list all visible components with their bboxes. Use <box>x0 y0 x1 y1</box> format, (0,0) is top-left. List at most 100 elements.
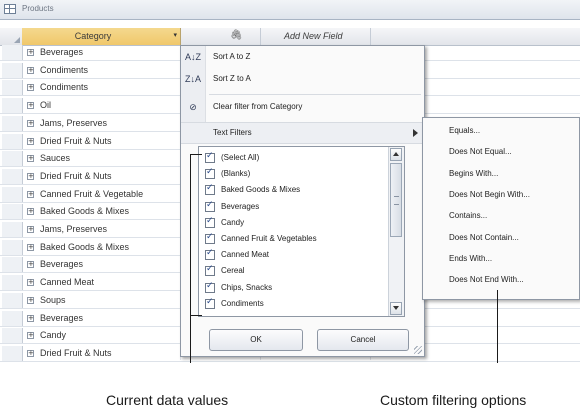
row-selector[interactable] <box>2 62 23 78</box>
category-cell[interactable]: Beverages <box>40 47 83 57</box>
row-selector[interactable] <box>2 80 23 96</box>
expand-plus-icon[interactable]: + <box>27 296 34 304</box>
checkbox[interactable] <box>205 232 215 244</box>
expand-plus-icon[interactable]: + <box>27 208 34 216</box>
resize-grip-icon[interactable] <box>414 346 422 354</box>
row-selector[interactable] <box>2 151 23 167</box>
checklist-item[interactable]: Candy <box>199 216 389 230</box>
expand-plus-icon[interactable]: + <box>27 261 34 269</box>
checklist-item[interactable]: (Blanks) <box>199 167 389 181</box>
scroll-up-button[interactable] <box>390 148 402 161</box>
category-cell[interactable]: Condiments <box>40 65 88 75</box>
category-cell[interactable]: Dried Fruit & Nuts <box>40 348 112 358</box>
row-selector[interactable] <box>2 204 23 220</box>
checkbox[interactable] <box>205 167 215 180</box>
select-all-corner[interactable] <box>2 28 23 45</box>
checklist-scrollbar[interactable] <box>388 147 404 316</box>
submenu-item[interactable]: Does Not End With... <box>449 275 524 284</box>
category-cell[interactable]: Oil <box>40 100 51 110</box>
category-cell[interactable]: Canned Fruit & Vegetable <box>40 189 143 199</box>
checkbox[interactable] <box>205 151 215 163</box>
submenu-item[interactable]: Does Not Contain... <box>449 233 519 242</box>
expand-plus-icon[interactable]: + <box>27 172 34 180</box>
column-header-category[interactable]: Category ▾ <box>22 28 181 45</box>
row-selector[interactable] <box>2 345 23 361</box>
checklist-item[interactable]: Canned Meat <box>199 248 389 262</box>
filter-dropdown-arrow-icon[interactable]: ▾ <box>173 31 177 39</box>
column-header-add-new-field[interactable]: Add New Field <box>260 28 371 45</box>
row-selector[interactable] <box>2 310 23 326</box>
category-cell[interactable]: Soups <box>40 295 66 305</box>
category-cell[interactable]: Baked Goods & Mixes <box>40 242 129 252</box>
menu-item-text-filters[interactable]: Text Filters <box>181 122 424 144</box>
checklist-item[interactable]: Condiments <box>199 297 389 311</box>
category-cell[interactable]: Dried Fruit & Nuts <box>40 171 112 181</box>
checkbox[interactable] <box>205 281 215 293</box>
category-cell[interactable]: Candy <box>40 330 66 340</box>
checklist-item[interactable]: Chips, Snacks <box>199 281 389 295</box>
category-cell[interactable]: Jams, Preserves <box>40 118 107 128</box>
checklist-item[interactable]: Canned Fruit & Vegetables <box>199 232 389 246</box>
category-cell[interactable]: Dried Fruit & Nuts <box>40 136 112 146</box>
row-selector[interactable] <box>2 98 23 114</box>
category-cell[interactable]: Beverages <box>40 259 83 269</box>
row-selector[interactable] <box>2 168 23 184</box>
row-selector[interactable] <box>2 115 23 131</box>
checklist-item[interactable]: Cereal <box>199 264 389 278</box>
category-cell[interactable]: Canned Meat <box>40 277 94 287</box>
checklist-item[interactable]: Baked Goods & Mixes <box>199 183 389 197</box>
expand-plus-icon[interactable]: + <box>27 155 34 163</box>
row-selector[interactable] <box>2 186 23 202</box>
row-selector[interactable] <box>2 275 23 291</box>
submenu-item[interactable]: Begins With... <box>449 169 498 178</box>
expand-plus-icon[interactable]: + <box>27 102 34 110</box>
expand-plus-icon[interactable]: + <box>27 279 34 287</box>
row-selector[interactable] <box>2 328 23 344</box>
expand-plus-icon[interactable]: + <box>27 190 34 198</box>
expand-plus-icon[interactable]: + <box>27 137 34 145</box>
menu-item-sort-z-to-a[interactable]: Z↓A Sort Z to A <box>181 68 424 90</box>
submenu-item[interactable]: Contains... <box>449 211 487 220</box>
expand-plus-icon[interactable]: + <box>27 84 34 92</box>
checkbox[interactable] <box>205 200 215 212</box>
menu-item-sort-a-to-z[interactable]: A↓Z Sort A to Z <box>181 46 424 68</box>
category-cell[interactable]: Beverages <box>40 313 83 323</box>
row-selector[interactable] <box>2 45 23 60</box>
category-cell[interactable]: Sauces <box>40 153 70 163</box>
scroll-down-button[interactable] <box>390 302 402 315</box>
object-tab[interactable]: Products <box>0 0 580 20</box>
checklist-item[interactable]: Beverages <box>199 200 389 214</box>
row-selector[interactable] <box>2 257 23 273</box>
expand-plus-icon[interactable]: + <box>27 243 34 251</box>
cancel-button[interactable]: Cancel <box>317 329 409 351</box>
expand-plus-icon[interactable]: + <box>27 49 34 56</box>
ok-button[interactable]: OK <box>209 329 303 351</box>
menu-item-clear-filter[interactable]: ⊘ Clear filter from Category <box>181 96 424 118</box>
checkbox[interactable] <box>205 248 215 261</box>
column-header-attachment[interactable]: 🖇 <box>180 28 261 45</box>
submenu-item[interactable]: Ends With... <box>449 254 492 263</box>
submenu-item[interactable]: Does Not Begin With... <box>449 190 530 199</box>
category-cell[interactable]: Baked Goods & Mixes <box>40 206 129 216</box>
category-cell[interactable]: Condiments <box>40 82 88 92</box>
row-selector[interactable] <box>2 133 23 149</box>
row-selector[interactable] <box>2 292 23 308</box>
expand-plus-icon[interactable]: + <box>27 314 34 322</box>
scroll-thumb[interactable] <box>390 163 402 237</box>
expand-plus-icon[interactable]: + <box>27 332 34 340</box>
checklist-item[interactable]: (Select All) <box>199 151 389 165</box>
row-selector[interactable] <box>2 222 23 237</box>
expand-plus-icon[interactable]: + <box>27 119 34 127</box>
value-checklist[interactable]: (Select All) (Blanks) Baked Goods & Mixes B… <box>198 146 405 317</box>
row-selector[interactable] <box>2 239 23 255</box>
checkbox[interactable] <box>205 216 215 228</box>
checkbox[interactable] <box>205 183 215 196</box>
checkbox[interactable] <box>205 264 215 277</box>
expand-plus-icon[interactable]: + <box>27 226 34 233</box>
expand-plus-icon[interactable]: + <box>27 349 34 357</box>
checkbox[interactable] <box>205 297 215 309</box>
submenu-item[interactable]: Equals... <box>449 126 480 135</box>
expand-plus-icon[interactable]: + <box>27 66 34 74</box>
category-cell[interactable]: Jams, Preserves <box>40 224 107 234</box>
submenu-item[interactable]: Does Not Equal... <box>449 147 512 156</box>
